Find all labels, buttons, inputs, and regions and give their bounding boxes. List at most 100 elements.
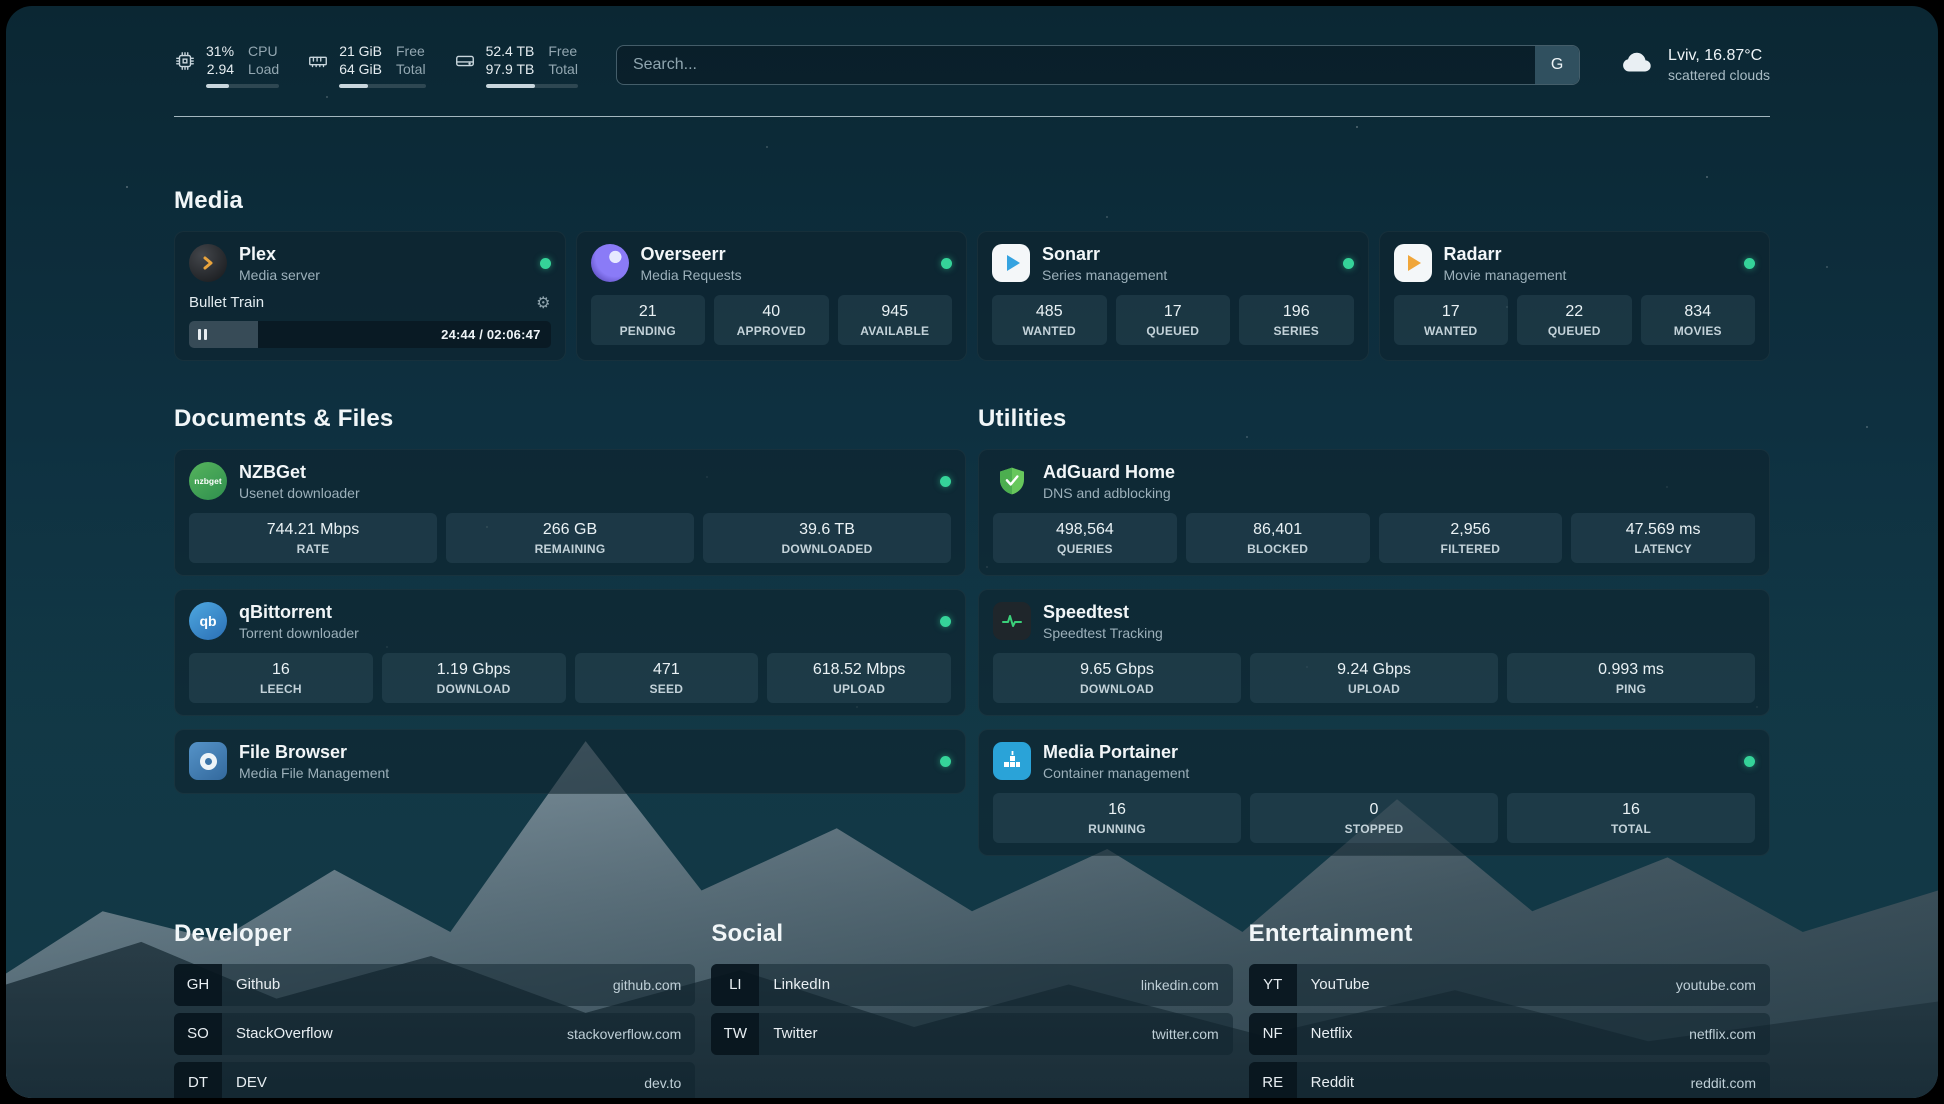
service-card-sonarr[interactable]: Sonarr Series management 485 WANTED 17 Q… <box>977 231 1369 361</box>
service-subtitle: Usenet downloader <box>239 485 360 501</box>
service-stats: 21 PENDING 40 APPROVED 945 AVAILABLE <box>591 295 953 345</box>
disk-progress-fill <box>486 84 535 88</box>
stat-label: BLOCKED <box>1190 542 1366 556</box>
service-card-radarr[interactable]: Radarr Movie management 17 WANTED 22 QUE… <box>1379 231 1771 361</box>
stat-block: 39.6 TB DOWNLOADED <box>703 513 951 563</box>
bookmark-twitter[interactable]: TW Twitter twitter.com <box>711 1013 1232 1055</box>
plex-icon <box>189 244 227 282</box>
stat-label: WANTED <box>1398 324 1505 338</box>
nzbget-icon: nzbget <box>189 462 227 500</box>
service-name: Overseerr <box>641 244 742 265</box>
stat-value: 0.993 ms <box>1511 661 1751 679</box>
stat-label: FILTERED <box>1383 542 1559 556</box>
stat-block: 47.569 ms LATENCY <box>1571 513 1755 563</box>
weather-location: Lviv, 16.87°C <box>1668 45 1770 67</box>
status-dot <box>940 476 951 487</box>
adguard-icon <box>993 462 1031 500</box>
service-card-portainer[interactable]: Media Portainer Container management 16 … <box>978 729 1770 856</box>
playback-bar[interactable]: 24:44 / 02:06:47 <box>189 321 551 348</box>
service-stats: 9.65 Gbps DOWNLOAD 9.24 Gbps UPLOAD 0.99… <box>993 653 1755 703</box>
service-header: nzbget NZBGet Usenet downloader <box>189 462 951 501</box>
stat-value: 47.569 ms <box>1575 521 1751 539</box>
bookmark-name: Github <box>222 964 280 1006</box>
stat-label: DOWNLOAD <box>997 682 1237 696</box>
status-dot <box>941 258 952 269</box>
filebrowser-icon <box>189 742 227 780</box>
service-card-speedtest[interactable]: Speedtest Speedtest Tracking 9.65 Gbps D… <box>978 589 1770 716</box>
status-dot <box>1744 258 1755 269</box>
bookmark-domain: reddit.com <box>1691 1062 1770 1098</box>
service-header: Media Portainer Container management <box>993 742 1755 781</box>
service-name: NZBGet <box>239 462 360 483</box>
stat-label: MOVIES <box>1645 324 1752 338</box>
service-card-plex[interactable]: Plex Media server Bullet Train ⚙ 24:44 /… <box>174 231 566 361</box>
stat-value: 16 <box>1511 801 1751 819</box>
service-card-nzbget[interactable]: nzbget NZBGet Usenet downloader 744.21 M… <box>174 449 966 576</box>
disk-total-label: Total <box>548 60 578 78</box>
cpu-label: CPU <box>248 42 279 60</box>
bookmark-domain: linkedin.com <box>1141 964 1233 1006</box>
bookmark-abbr: DT <box>174 1062 222 1098</box>
search-provider-button[interactable]: G <box>1535 46 1579 84</box>
service-name: Media Portainer <box>1043 742 1189 763</box>
stat-value: 196 <box>1243 303 1350 321</box>
bookmark-netflix[interactable]: NF Netflix netflix.com <box>1249 1013 1770 1055</box>
bookmark-youtube[interactable]: YT YouTube youtube.com <box>1249 964 1770 1006</box>
status-dot <box>940 756 951 767</box>
qbittorrent-icon: qb <box>189 602 227 640</box>
stat-label: DOWNLOAD <box>386 682 562 696</box>
stat-label: RATE <box>193 542 433 556</box>
page-content: 31% 2.94 CPU Load <box>6 6 1938 1098</box>
bookmark-abbr: YT <box>1249 964 1297 1006</box>
status-dot <box>940 616 951 627</box>
bookmark-github[interactable]: GH Github github.com <box>174 964 695 1006</box>
memory-free-label: Free <box>396 42 426 60</box>
service-header: Sonarr Series management <box>992 244 1354 283</box>
stat-label: WANTED <box>996 324 1103 338</box>
stat-value: 1.19 Gbps <box>386 661 562 679</box>
bookmark-dev[interactable]: DT DEV dev.to <box>174 1062 695 1098</box>
stat-block: 945 AVAILABLE <box>838 295 953 345</box>
service-card-filebrowser[interactable]: File Browser Media File Management <box>174 729 966 794</box>
stat-block: 21 PENDING <box>591 295 706 345</box>
service-header: Speedtest Speedtest Tracking <box>993 602 1755 641</box>
bookmark-stackoverflow[interactable]: SO StackOverflow stackoverflow.com <box>174 1013 695 1055</box>
stat-value: 485 <box>996 303 1103 321</box>
status-dot <box>540 258 551 269</box>
bookmark-abbr: RE <box>1249 1062 1297 1098</box>
pause-icon[interactable] <box>198 329 207 340</box>
stat-value: 945 <box>842 303 949 321</box>
stat-value: 2,956 <box>1383 521 1559 539</box>
service-header: Plex Media server <box>189 244 551 283</box>
developer-bookmarks: GH Github github.com SO StackOverflow st… <box>174 964 695 1098</box>
service-name: AdGuard Home <box>1043 462 1175 483</box>
bookmark-domain: dev.to <box>644 1062 695 1098</box>
memory-total-label: Total <box>396 60 426 78</box>
service-stats: 744.21 Mbps RATE 266 GB REMAINING 39.6 T… <box>189 513 951 563</box>
memory-progress-bar <box>339 84 425 88</box>
bookmark-domain: twitter.com <box>1152 1013 1233 1055</box>
memory-free-value: 21 GiB <box>339 42 382 60</box>
stat-block: 17 WANTED <box>1394 295 1509 345</box>
bookmark-linkedin[interactable]: LI LinkedIn linkedin.com <box>711 964 1232 1006</box>
search-input[interactable] <box>616 45 1580 85</box>
service-name: qBittorrent <box>239 602 359 623</box>
stat-label: SEED <box>579 682 755 696</box>
cpu-progress-fill <box>206 84 229 88</box>
stat-block: 16 TOTAL <box>1507 793 1755 843</box>
stat-label: QUEUED <box>1120 324 1227 338</box>
service-name: Speedtest <box>1043 602 1163 623</box>
utilities-section: Utilities AdGuard Home DNS and adblockin… <box>978 405 1770 856</box>
stat-label: UPLOAD <box>1254 682 1494 696</box>
documents-section-title: Documents & Files <box>174 405 966 433</box>
entertainment-section-title: Entertainment <box>1249 920 1770 948</box>
service-card-qbittorrent[interactable]: qb qBittorrent Torrent downloader 16 LEE… <box>174 589 966 716</box>
service-card-adguard[interactable]: AdGuard Home DNS and adblocking 498,564 … <box>978 449 1770 576</box>
cpu-load-value: 2.94 <box>206 60 234 78</box>
media-section: Media Plex Media server Bullet Train ⚙ 2… <box>174 187 1770 361</box>
bookmark-reddit[interactable]: RE Reddit reddit.com <box>1249 1062 1770 1098</box>
service-card-overseerr[interactable]: Overseerr Media Requests 21 PENDING 40 A… <box>576 231 968 361</box>
service-name: File Browser <box>239 742 389 763</box>
portainer-icon <box>993 742 1031 780</box>
gear-icon[interactable]: ⚙ <box>536 293 550 313</box>
